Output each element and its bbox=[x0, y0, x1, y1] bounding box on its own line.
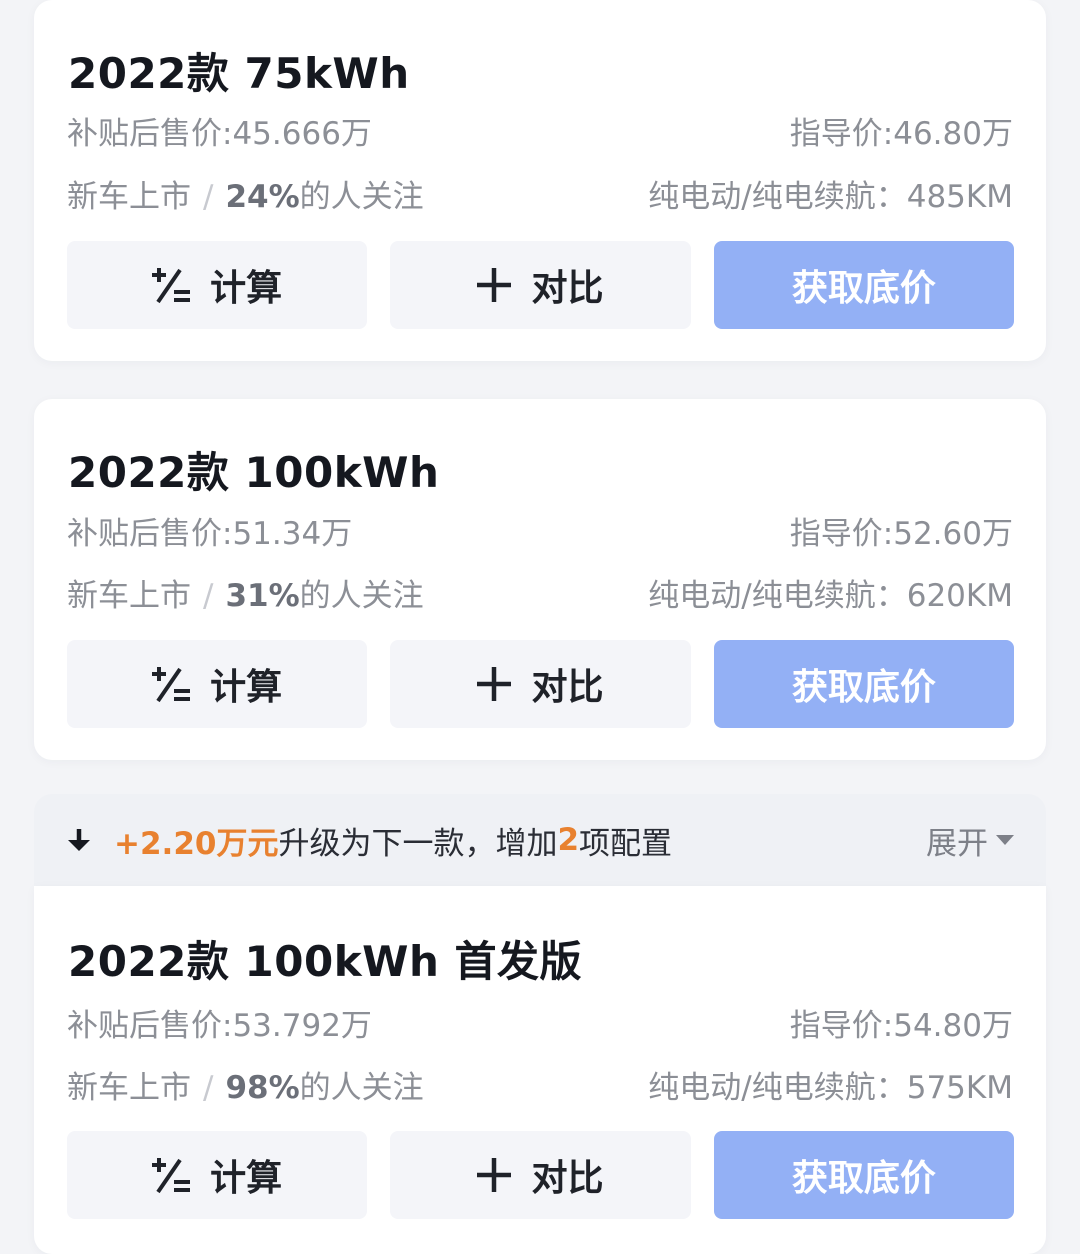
upgrade-text: 升级为下一款，增加 bbox=[278, 825, 558, 862]
model-card: 2022款 75kWh 补贴后售价:45.666万 指导价:46.80万 新车上… bbox=[34, 0, 1046, 361]
guide-price: 指导价:52.60万 bbox=[789, 516, 1013, 552]
info-row: 新车上市 / 24%的人关注 纯电动/纯电续航：485KM bbox=[67, 171, 1013, 216]
range-info: 纯电动/纯电续航：575KM bbox=[648, 1070, 1013, 1106]
separator: / bbox=[203, 1070, 214, 1106]
model-title: 2022款 100kWh bbox=[68, 448, 440, 497]
calculate-label: 计算 bbox=[210, 268, 283, 309]
attention-suffix: 的人关注 bbox=[299, 1070, 424, 1106]
plus-minus-icon bbox=[152, 1156, 191, 1194]
plus-minus-icon bbox=[152, 266, 191, 304]
guide-price: 指导价:46.80万 bbox=[789, 116, 1013, 152]
compare-label: 对比 bbox=[531, 1158, 604, 1199]
compare-button[interactable]: 对比 bbox=[390, 1131, 691, 1219]
model-card: 2022款 100kWh 首发版 补贴后售价:53.792万 指导价:54.80… bbox=[34, 886, 1046, 1254]
calculate-label: 计算 bbox=[210, 667, 283, 708]
separator: / bbox=[203, 179, 214, 215]
get-price-button[interactable]: 获取底价 bbox=[713, 241, 1014, 329]
subsidy-price: 补贴后售价:51.34万 bbox=[67, 516, 353, 552]
attention-suffix: 的人关注 bbox=[299, 578, 424, 614]
attention-percent: 31% bbox=[225, 578, 300, 614]
calculate-button[interactable]: 计算 bbox=[67, 241, 368, 329]
calculate-label: 计算 bbox=[210, 1158, 283, 1199]
attention-suffix: 的人关注 bbox=[299, 179, 424, 215]
range-info: 纯电动/纯电续航：620KM bbox=[648, 578, 1013, 614]
info-row: 新车上市 / 31%的人关注 纯电动/纯电续航：620KM bbox=[67, 570, 1013, 615]
subsidy-price: 补贴后售价:45.666万 bbox=[67, 116, 372, 152]
upgrade-bar[interactable]: +2.20万元 升级为下一款，增加 2 项配置 展开 bbox=[34, 794, 1046, 886]
attention-info: 新车上市 / 31%的人关注 bbox=[67, 570, 424, 615]
compare-button[interactable]: 对比 bbox=[390, 640, 691, 728]
info-row: 新车上市 / 98%的人关注 纯电动/纯电续航：575KM bbox=[67, 1062, 1013, 1107]
plus-icon bbox=[477, 268, 512, 302]
calculate-button[interactable]: 计算 bbox=[67, 640, 368, 728]
plus-icon bbox=[477, 667, 512, 701]
upgrade-count: 2 bbox=[557, 822, 580, 858]
subsidy-price: 补贴后售价:53.792万 bbox=[67, 1008, 372, 1044]
guide-price: 指导价:54.80万 bbox=[789, 1008, 1013, 1044]
model-card: 2022款 100kWh 补贴后售价:51.34万 指导价:52.60万 新车上… bbox=[34, 399, 1046, 760]
action-buttons: 计算 对比 获取底价 bbox=[67, 1131, 1014, 1219]
expand-toggle[interactable]: 展开 bbox=[926, 818, 1014, 863]
caret-down-icon bbox=[996, 834, 1014, 846]
upgrade-text-end: 项配置 bbox=[579, 825, 673, 862]
action-buttons: 计算 对比 获取底价 bbox=[67, 241, 1014, 329]
model-title: 2022款 100kWh 首发版 bbox=[68, 937, 582, 986]
get-price-button[interactable]: 获取底价 bbox=[713, 640, 1014, 728]
get-price-button[interactable]: 获取底价 bbox=[713, 1131, 1014, 1219]
separator: / bbox=[203, 578, 214, 614]
price-row: 补贴后售价:51.34万 指导价:52.60万 bbox=[67, 508, 1013, 553]
compare-label: 对比 bbox=[531, 667, 604, 708]
range-info: 纯电动/纯电续航：485KM bbox=[648, 179, 1013, 215]
upgrade-price-diff: +2.20万元 bbox=[114, 825, 279, 862]
price-row: 补贴后售价:53.792万 指导价:54.80万 bbox=[67, 1000, 1013, 1045]
model-title: 2022款 75kWh bbox=[68, 49, 410, 98]
plus-icon bbox=[477, 1158, 512, 1192]
compare-label: 对比 bbox=[531, 268, 604, 309]
attention-info: 新车上市 / 98%的人关注 bbox=[67, 1062, 424, 1107]
compare-button[interactable]: 对比 bbox=[390, 241, 691, 329]
calculate-button[interactable]: 计算 bbox=[67, 1131, 368, 1219]
price-row: 补贴后售价:45.666万 指导价:46.80万 bbox=[67, 108, 1013, 153]
plus-minus-icon bbox=[152, 665, 191, 703]
expand-label: 展开 bbox=[926, 825, 988, 862]
attention-percent: 98% bbox=[225, 1070, 300, 1106]
arrow-down-icon bbox=[66, 828, 92, 852]
status-label: 新车上市 bbox=[67, 1070, 191, 1106]
attention-percent: 24% bbox=[225, 179, 300, 215]
action-buttons: 计算 对比 获取底价 bbox=[67, 640, 1014, 728]
status-label: 新车上市 bbox=[67, 578, 191, 614]
attention-info: 新车上市 / 24%的人关注 bbox=[67, 171, 424, 216]
status-label: 新车上市 bbox=[67, 179, 191, 215]
